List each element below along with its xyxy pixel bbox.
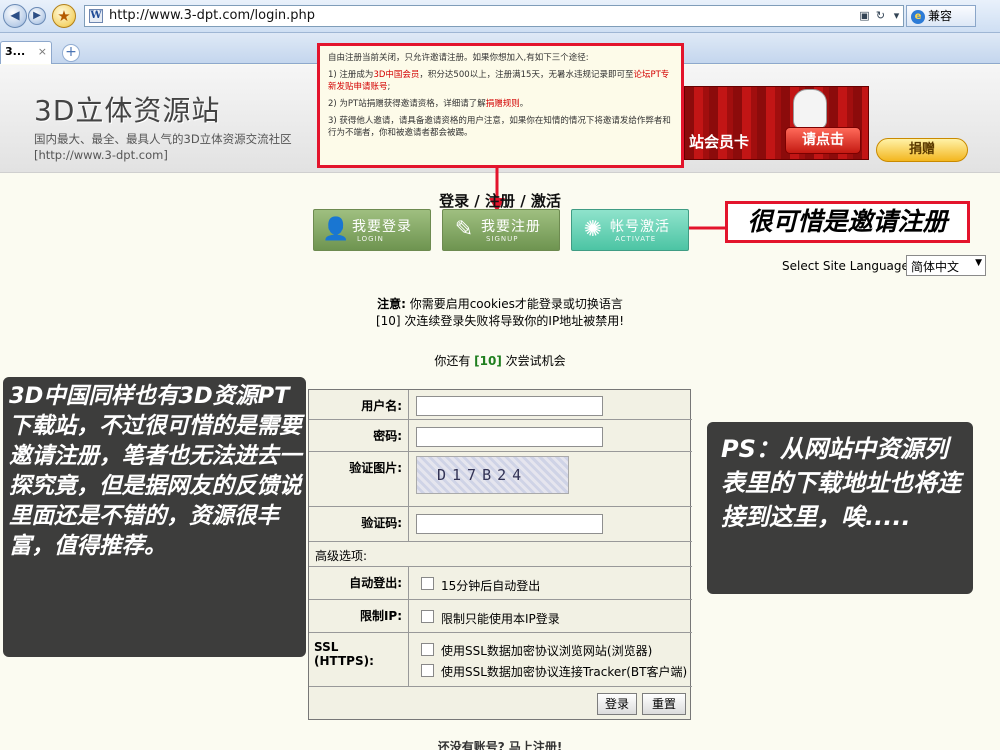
login-sub-label: LOGIN bbox=[357, 235, 384, 243]
form-row-code: 验证码: bbox=[309, 507, 692, 542]
activate-label: 帐号激活 bbox=[610, 219, 670, 235]
captcha-label: 验证图片: bbox=[309, 452, 409, 506]
form-row-captcha: 验证图片: D17B24 bbox=[309, 452, 692, 507]
login-button[interactable]: 👤 我要登录 LOGIN bbox=[313, 209, 431, 251]
right-caption: PS：从网站中资源列表里的下载地址也将连接到这里，唉..... bbox=[707, 422, 973, 594]
autologout-text: 15分钟后自动登出 bbox=[441, 579, 541, 593]
captcha-code-input[interactable] bbox=[416, 514, 603, 534]
language-label: Select Site Language: bbox=[782, 259, 913, 273]
password-label: 密码: bbox=[309, 420, 409, 451]
attempts-remaining: 你还有 [10] 次尝试机会 bbox=[0, 352, 1000, 369]
reset-button[interactable]: 重置 bbox=[642, 693, 686, 715]
ssl-browse-text: 使用SSL数据加密协议浏览网站(浏览器) bbox=[441, 644, 653, 658]
ip-lock-text: 限制只能使用本IP登录 bbox=[441, 612, 560, 626]
activate-sub-label: ACTIVATE bbox=[615, 235, 657, 243]
ban-note: [10] 次连续登录失败将导致你的IP地址被禁用! bbox=[375, 314, 625, 328]
invite-only-annotation: 很可惜是邀请注册 bbox=[725, 201, 970, 243]
ssl-browse-checkbox[interactable] bbox=[421, 643, 434, 656]
login-label: 我要登录 bbox=[352, 219, 412, 235]
username-input[interactable] bbox=[416, 396, 603, 416]
form-row-password: 密码: bbox=[309, 420, 692, 452]
attempts-count: [10] bbox=[474, 354, 502, 368]
signup-label: 我要注册 bbox=[481, 219, 541, 235]
signup-sub-label: SIGNUP bbox=[486, 235, 519, 243]
attempts-pre: 你还有 bbox=[434, 354, 475, 368]
left-caption: 3D中国同样也有3D资源PT下载站，不过很可惜的是需要邀请注册，笔者也无法进去一… bbox=[3, 377, 306, 657]
ip-label: 限制IP: bbox=[309, 600, 409, 632]
attempts-post: 次尝试机会 bbox=[501, 354, 566, 368]
username-label: 用户名: bbox=[309, 390, 409, 419]
advanced-options-label: 高级选项: bbox=[315, 549, 368, 563]
form-row-ip: 限制IP: 限制只能使用本IP登录 bbox=[309, 600, 692, 633]
signup-button[interactable]: ✎ 我要注册 SIGNUP bbox=[442, 209, 560, 251]
form-row-ssl: SSL (HTTPS): 使用SSL数据加密协议浏览网站(浏览器) 使用SSL数… bbox=[309, 633, 692, 687]
form-row-advanced: 高级选项: bbox=[309, 542, 692, 567]
register-prompt[interactable]: 还没有账号? 马上注册! bbox=[0, 738, 1000, 750]
language-value: 简体中文 bbox=[911, 260, 960, 274]
ip-lock-checkbox[interactable] bbox=[421, 610, 434, 623]
user-icon: 👤 bbox=[322, 217, 350, 242]
ssl-label: SSL (HTTPS): bbox=[309, 633, 409, 686]
login-form: 用户名: 密码: 验证图片: D17B24 验证码: 高级选项: 自动登出: 1… bbox=[308, 389, 692, 721]
code-label: 验证码: bbox=[309, 507, 409, 541]
language-select[interactable]: 简体中文 ▼ bbox=[906, 255, 986, 276]
autologout-label: 自动登出: bbox=[309, 567, 409, 599]
pencil-icon: ✎ bbox=[454, 217, 474, 242]
lightbulb-icon: ✺ bbox=[583, 217, 603, 242]
form-row-actions: 登录 重置 bbox=[309, 687, 692, 721]
note-prefix: 注意: bbox=[377, 297, 406, 311]
cookie-note: 注意: 你需要启用cookies才能登录或切换语言 [10] 次连续登录失败将导… bbox=[0, 296, 1000, 330]
ssl-tracker-text: 使用SSL数据加密协议连接Tracker(BT客户端) bbox=[441, 665, 688, 679]
cookie-text: 你需要启用cookies才能登录或切换语言 bbox=[405, 297, 623, 311]
ssl-tracker-checkbox[interactable] bbox=[421, 664, 434, 677]
activate-button[interactable]: ✺ 帐号激活 ACTIVATE bbox=[571, 209, 689, 251]
chevron-down-icon: ▼ bbox=[975, 258, 982, 268]
form-row-autologout: 自动登出: 15分钟后自动登出 bbox=[309, 567, 692, 600]
cookie-line: 注意: 你需要启用cookies才能登录或切换语言 bbox=[0, 296, 1000, 313]
submit-button[interactable]: 登录 bbox=[597, 693, 637, 715]
autologout-checkbox[interactable] bbox=[421, 577, 434, 590]
password-input[interactable] bbox=[416, 427, 603, 447]
captcha-image: D17B24 bbox=[416, 456, 569, 494]
form-row-username: 用户名: bbox=[309, 390, 692, 420]
